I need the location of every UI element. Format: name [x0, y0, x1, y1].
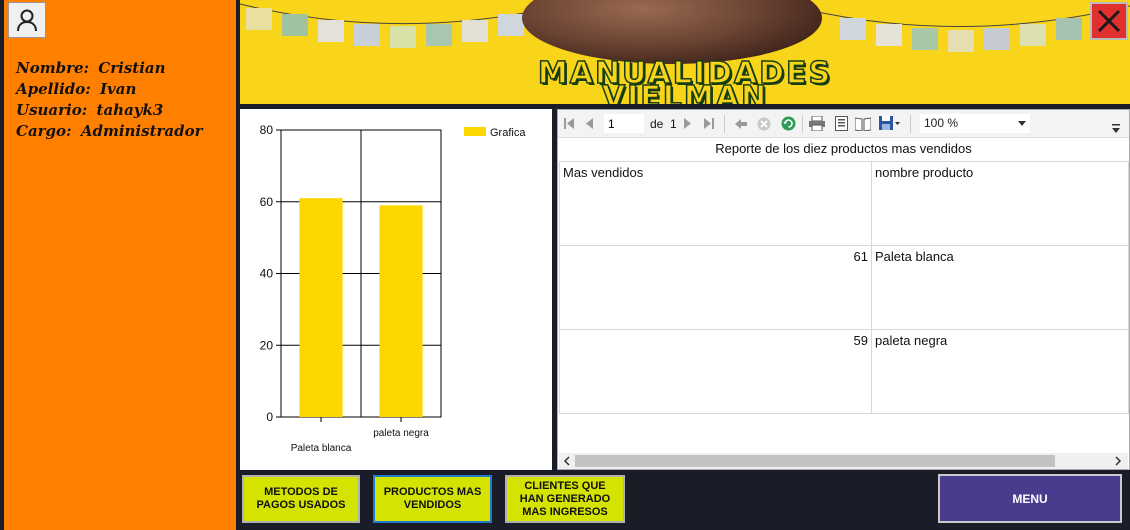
sold-count: 61 [559, 245, 872, 330]
y-tick-label: 40 [260, 267, 274, 281]
sold-count: 59 [559, 329, 872, 414]
payment-methods-button[interactable]: METODOS DE PAGOS USADOS [242, 475, 360, 523]
user-username: tahayk3 [96, 101, 164, 119]
horizontal-scrollbar[interactable] [559, 453, 1128, 469]
back-icon[interactable] [734, 115, 748, 132]
last-page-icon[interactable] [702, 115, 716, 132]
product-name: Paleta blanca [871, 245, 1129, 330]
user-name: Cristian [98, 59, 166, 77]
toolbar-separator [802, 115, 803, 133]
toolbar-separator [910, 115, 911, 133]
chevron-left-icon[interactable] [562, 456, 572, 466]
zoom-select[interactable]: 100 % [920, 114, 1030, 133]
report-viewer: de 1 [557, 109, 1130, 470]
stop-icon[interactable] [756, 115, 772, 132]
close-button[interactable] [1090, 2, 1128, 40]
user-icon [17, 9, 37, 32]
legend-label: Grafica [490, 127, 526, 139]
next-page-icon[interactable] [682, 115, 694, 132]
column-header: nombre producto [871, 161, 1129, 246]
report-table: Mas vendidos nombre producto 61 Paleta b… [559, 161, 1129, 414]
y-tick-label: 0 [266, 410, 273, 424]
prev-page-icon[interactable] [582, 115, 596, 132]
page-setup-icon[interactable] [854, 115, 872, 132]
top-clients-button[interactable]: CLIENTES QUE HAN GENERADO MAS INGRESOS [505, 475, 625, 523]
sales-chart: 0 20 40 60 80 Paleta blanca paleta negra Grafic… [240, 109, 552, 470]
x-tick-label: paleta negra [373, 428, 429, 439]
user-profile-button[interactable] [8, 2, 46, 38]
legend-swatch [464, 127, 486, 136]
app-window: Nombre: Cristian Apellido: Ivan Usuario:… [0, 0, 1130, 530]
x-tick-label: Paleta blanca [291, 443, 352, 454]
brand-banner: MANUALIDADES VIELMAN [240, 0, 1130, 104]
bar [299, 198, 343, 417]
close-icon [1097, 9, 1121, 33]
y-tick-label: 60 [260, 195, 274, 209]
bar [379, 205, 423, 417]
page-number-input[interactable] [604, 114, 644, 133]
user-role: Administrador [80, 122, 203, 140]
export-icon[interactable] [878, 115, 902, 132]
report-toolbar: de 1 [558, 110, 1129, 138]
print-layout-icon[interactable] [832, 115, 850, 132]
product-name: paleta negra [871, 329, 1129, 414]
y-tick-label: 80 [260, 123, 274, 137]
menu-button[interactable]: MENU [938, 474, 1122, 523]
user-lastname-row: Apellido: Ivan [16, 80, 137, 98]
chevron-right-icon[interactable] [1113, 456, 1123, 466]
table-row: 61 Paleta blanca [559, 245, 1129, 330]
user-name-row: Nombre: Cristian [16, 59, 166, 77]
user-sidebar: Nombre: Cristian Apellido: Ivan Usuario:… [0, 0, 236, 530]
user-lastname: Ivan [100, 80, 137, 98]
user-info: Nombre: Cristian Apellido: Ivan Usuario:… [16, 58, 207, 142]
banner-title-line2: VIELMAN [601, 79, 769, 104]
toolbar-separator [724, 115, 725, 133]
table-row: 59 paleta negra [559, 329, 1129, 414]
total-pages: 1 [670, 116, 677, 131]
top-products-button[interactable]: PRODUCTOS MAS VENDIDOS [373, 475, 492, 523]
report-title: Reporte de los diez productos mas vendid… [715, 141, 972, 156]
column-header: Mas vendidos [559, 161, 872, 246]
page-of-label: de [650, 116, 664, 131]
y-tick-label: 20 [260, 338, 274, 352]
chevron-down-icon [1018, 121, 1026, 126]
first-page-icon[interactable] [562, 115, 576, 132]
scrollbar-thumb[interactable] [575, 455, 1055, 467]
print-icon[interactable] [808, 115, 826, 132]
user-username-row: Usuario: tahayk3 [16, 101, 164, 119]
refresh-icon[interactable] [780, 115, 796, 132]
bar-chart: 0 20 40 60 80 Paleta blanca paleta negra Grafic… [260, 123, 527, 454]
table-header-row: Mas vendidos nombre producto [559, 161, 1129, 246]
toolbar-overflow-icon[interactable] [1111, 123, 1121, 133]
zoom-value: 100 % [924, 116, 959, 130]
user-role-row: Cargo: Administrador [16, 122, 203, 140]
